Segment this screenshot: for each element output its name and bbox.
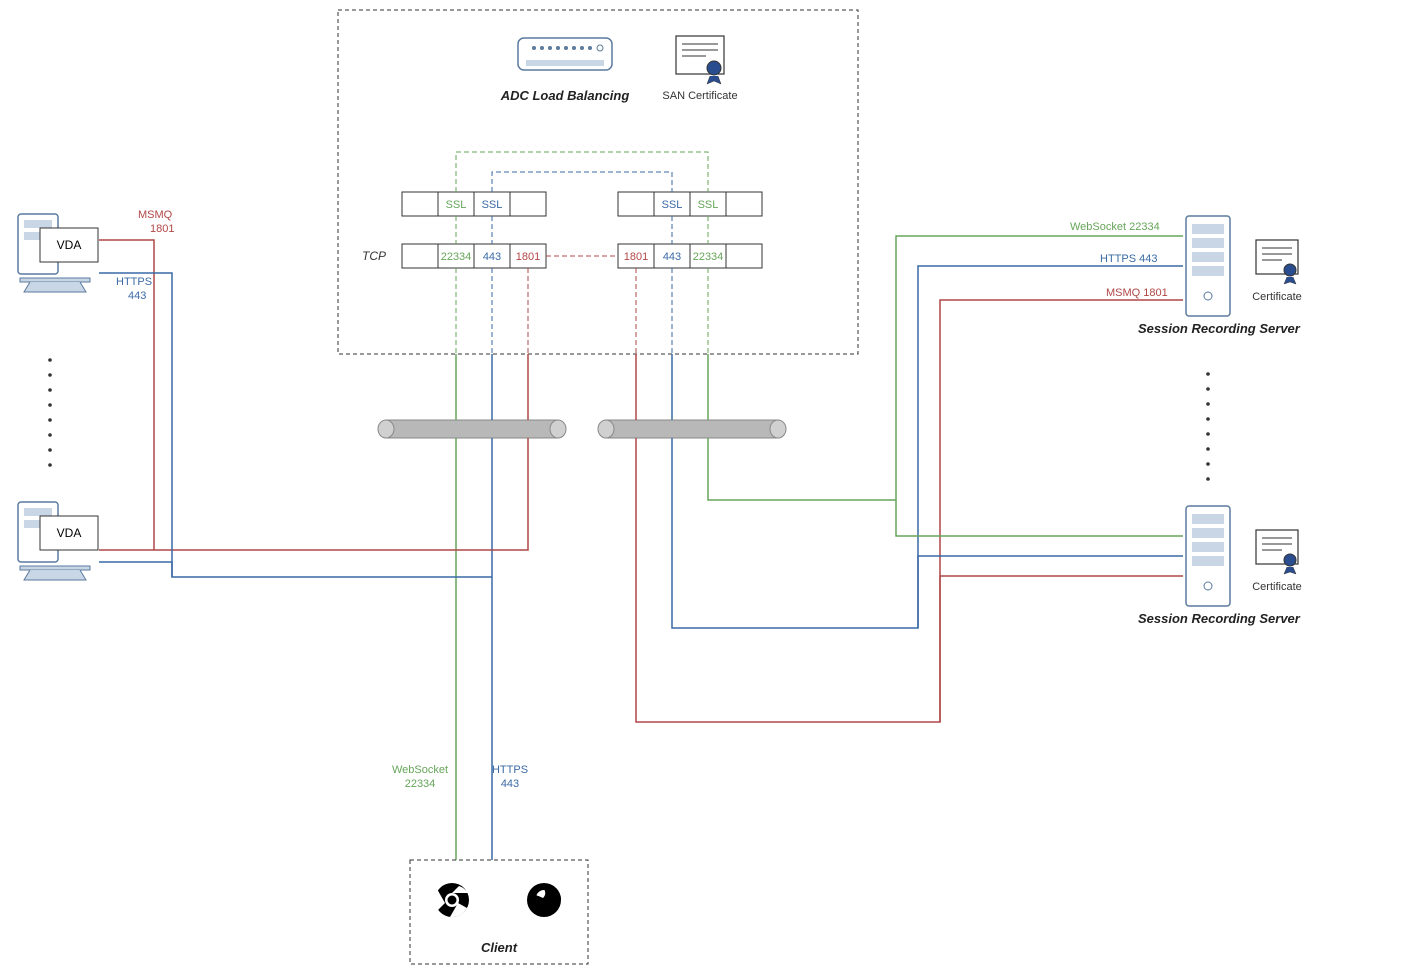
srs-bottom-cert-label: Certificate bbox=[1252, 581, 1302, 593]
vda-msmq-port: 1801 bbox=[150, 223, 174, 235]
adc-ssl-dash-2 bbox=[492, 172, 672, 192]
srs-top-cert-icon bbox=[1256, 240, 1298, 284]
adc-ssl-dash-1 bbox=[456, 152, 708, 192]
san-cert-icon bbox=[676, 36, 724, 84]
diagram-canvas: ADC Load Balancing SAN Certificate SSL S… bbox=[0, 0, 1407, 971]
svg-text:SSL: SSL bbox=[698, 199, 719, 211]
srs-bottom bbox=[1186, 506, 1230, 606]
adc-title: ADC Load Balancing bbox=[500, 88, 630, 103]
svg-text:SSL: SSL bbox=[446, 199, 467, 211]
link-srs1-msmq bbox=[636, 300, 1183, 722]
adc-ssl-row-right: SSL SSL bbox=[618, 192, 762, 216]
client-ws-port: 22334 bbox=[405, 778, 436, 790]
srs-bottom-cert-icon bbox=[1256, 530, 1298, 574]
vda-top: VDA bbox=[18, 214, 98, 292]
srs-https-label: HTTPS 443 bbox=[1100, 253, 1157, 265]
srs-top bbox=[1186, 216, 1230, 316]
vda-bottom: VDA bbox=[18, 502, 98, 580]
link-srs2-msmq bbox=[940, 576, 1183, 722]
client-https-port: 443 bbox=[501, 778, 519, 790]
srs-top-cert-label: Certificate bbox=[1252, 291, 1302, 303]
chrome-icon bbox=[433, 883, 469, 917]
adc-tcp-row-left: 22334 443 1801 bbox=[402, 244, 546, 268]
svg-text:22334: 22334 bbox=[693, 251, 724, 263]
tcp-label: TCP bbox=[362, 249, 386, 263]
svg-text:443: 443 bbox=[483, 251, 501, 263]
pipe-right bbox=[598, 420, 786, 438]
srs-bottom-label: Session Recording Server bbox=[1138, 611, 1301, 626]
link-vda1-msmq bbox=[99, 240, 528, 550]
srs-top-label: Session Recording Server bbox=[1138, 321, 1301, 336]
adc-device-icon bbox=[518, 38, 612, 70]
svg-text:443: 443 bbox=[663, 251, 681, 263]
vda-https-port: 443 bbox=[128, 290, 146, 302]
svg-text:VDA: VDA bbox=[57, 238, 82, 252]
link-srs1-https bbox=[672, 266, 1183, 628]
client-label: Client bbox=[481, 940, 518, 955]
link-vda2-https bbox=[99, 562, 172, 577]
vda-msmq-label: MSMQ bbox=[138, 209, 173, 221]
firefox-icon bbox=[527, 883, 561, 917]
svg-text:VDA: VDA bbox=[57, 526, 82, 540]
srs-ellipsis bbox=[1206, 372, 1210, 481]
svg-text:1801: 1801 bbox=[624, 251, 648, 263]
srs-msmq-label: MSMQ 1801 bbox=[1106, 287, 1168, 299]
client-ws-label: WebSocket bbox=[392, 764, 448, 776]
svg-text:1801: 1801 bbox=[516, 251, 540, 263]
san-cert-label: SAN Certificate bbox=[662, 90, 737, 102]
vda-https-label: HTTPS bbox=[116, 276, 152, 288]
link-srs1-ws bbox=[708, 236, 1183, 500]
svg-text:SSL: SSL bbox=[482, 199, 503, 211]
link-srs2-ws bbox=[896, 500, 1183, 536]
svg-text:22334: 22334 bbox=[441, 251, 472, 263]
adc-ssl-row-left: SSL SSL bbox=[402, 192, 546, 216]
pipe-left bbox=[378, 420, 566, 438]
client-https-label: HTTPS bbox=[492, 764, 528, 776]
adc-tcp-row-right: 1801 443 22334 bbox=[618, 244, 762, 268]
svg-text:SSL: SSL bbox=[662, 199, 683, 211]
srs-ws-label: WebSocket 22334 bbox=[1070, 221, 1160, 233]
vda-ellipsis bbox=[48, 358, 52, 467]
